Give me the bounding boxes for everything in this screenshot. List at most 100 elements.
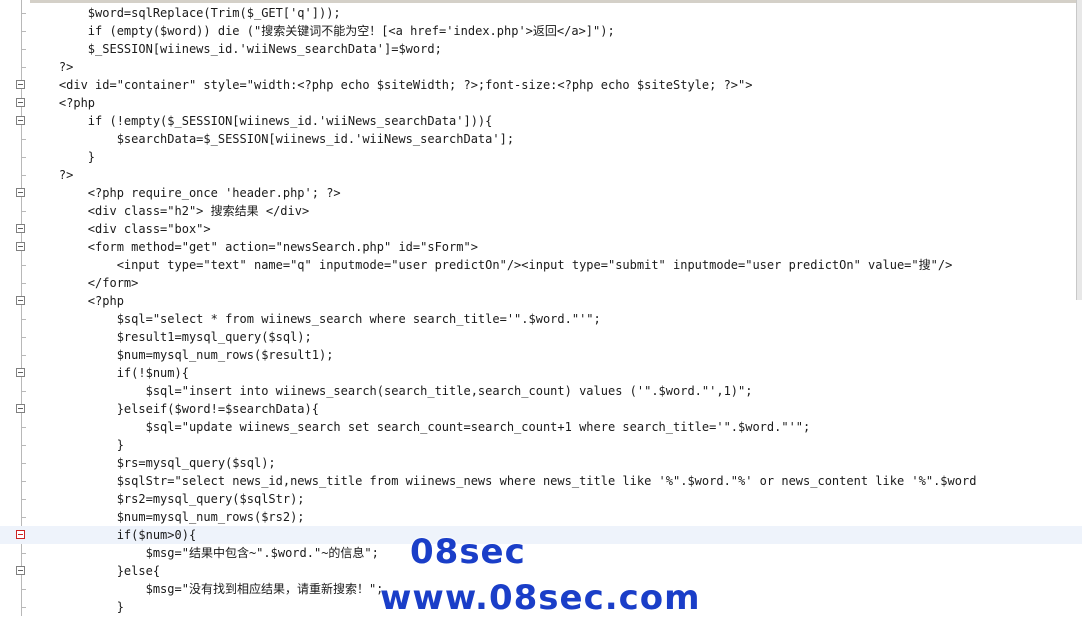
code-line[interactable]: $_SESSION[wiinews_id.'wiiNews_searchData… xyxy=(0,40,1082,58)
fold-toggle-icon[interactable] xyxy=(16,242,25,251)
code-line[interactable]: <div class="h2"> 搜索结果 </div> xyxy=(0,202,1082,220)
code-text: $rs2=mysql_query($sqlStr); xyxy=(30,492,305,506)
code-line[interactable]: $num=mysql_num_rows($result1); xyxy=(0,346,1082,364)
code-line[interactable]: $word=sqlReplace(Trim($_GET['q'])); xyxy=(0,4,1082,22)
code-line[interactable]: <input type="text" name="q" inputmode="u… xyxy=(0,256,1082,274)
code-text: ?> xyxy=(30,168,74,182)
code-line[interactable]: </form> xyxy=(0,274,1082,292)
code-line[interactable]: if (!empty($_SESSION[wiinews_id.'wiiNews… xyxy=(0,112,1082,130)
fold-guide-tick xyxy=(21,337,26,338)
code-line[interactable]: $sqlStr="select news_id,news_title from … xyxy=(0,472,1082,490)
code-text: <div class="h2"> 搜索结果 </div> xyxy=(30,204,310,218)
code-text: } xyxy=(30,438,124,452)
fold-guide-tick xyxy=(21,355,26,356)
code-line[interactable]: <div id="container" style="width:<?php e… xyxy=(0,76,1082,94)
fold-toggle-icon[interactable] xyxy=(16,566,25,575)
fold-guide-tick xyxy=(21,445,26,446)
fold-toggle-icon[interactable] xyxy=(16,404,25,413)
vertical-scrollbar[interactable] xyxy=(1076,0,1082,300)
code-line[interactable]: }elseif($word!=$searchData){ xyxy=(0,400,1082,418)
code-line[interactable]: } xyxy=(0,436,1082,454)
code-line[interactable]: $searchData=$_SESSION[wiinews_id.'wiiNew… xyxy=(0,130,1082,148)
code-text: $num=mysql_num_rows($rs2); xyxy=(30,510,305,524)
code-line[interactable]: } xyxy=(0,148,1082,166)
code-text: $word=sqlReplace(Trim($_GET['q'])); xyxy=(30,6,341,20)
fold-guide-tick xyxy=(21,211,26,212)
fold-toggle-icon[interactable] xyxy=(16,80,25,89)
fold-toggle-icon[interactable] xyxy=(16,530,25,539)
code-line[interactable]: <?php xyxy=(0,94,1082,112)
code-text: if($num>0){ xyxy=(30,528,197,542)
watermark-url: www.08sec.com xyxy=(380,578,701,618)
fold-guide-tick xyxy=(21,427,26,428)
fold-guide-tick xyxy=(21,265,26,266)
code-text: $sql="insert into wiinews_search(search_… xyxy=(30,384,753,398)
code-text: $sqlStr="select news_id,news_title from … xyxy=(30,474,977,488)
fold-guide-tick xyxy=(21,589,26,590)
code-line[interactable]: if($num>0){ xyxy=(0,526,1082,544)
code-text: <?php xyxy=(30,294,124,308)
fold-guide-tick xyxy=(21,67,26,68)
fold-toggle-icon[interactable] xyxy=(16,98,25,107)
code-text: <input type="text" name="q" inputmode="u… xyxy=(30,258,953,272)
code-line[interactable]: ?> xyxy=(0,58,1082,76)
code-text: <div id="container" style="width:<?php e… xyxy=(30,78,753,92)
code-line[interactable]: if (empty($word)) die ("搜索关键词不能为空！[<a hr… xyxy=(0,22,1082,40)
watermark-title: 08sec xyxy=(410,532,526,572)
fold-guide-tick xyxy=(21,175,26,176)
fold-guide-tick xyxy=(21,31,26,32)
code-text: $_SESSION[wiinews_id.'wiiNews_searchData… xyxy=(30,42,442,56)
code-line[interactable]: $result1=mysql_query($sql); xyxy=(0,328,1082,346)
code-line[interactable]: $rs=mysql_query($sql); xyxy=(0,454,1082,472)
code-line[interactable]: if(!$num){ xyxy=(0,364,1082,382)
code-line[interactable]: <?php require_once 'header.php'; ?> xyxy=(0,184,1082,202)
code-line[interactable]: $sql="insert into wiinews_search(search_… xyxy=(0,382,1082,400)
code-text: }else{ xyxy=(30,564,161,578)
code-line[interactable]: $sql="update wiinews_search set search_c… xyxy=(0,418,1082,436)
code-text: if(!$num){ xyxy=(30,366,189,380)
fold-toggle-icon[interactable] xyxy=(16,296,25,305)
fold-guide-tick xyxy=(21,319,26,320)
code-text: $sql="update wiinews_search set search_c… xyxy=(30,420,811,434)
fold-guide-tick xyxy=(21,139,26,140)
code-line[interactable]: ?> xyxy=(0,166,1082,184)
code-text: } xyxy=(30,600,124,614)
code-text: ?> xyxy=(30,60,74,74)
fold-guide-tick xyxy=(21,391,26,392)
code-text: </form> xyxy=(30,276,139,290)
fold-guide-tick xyxy=(21,463,26,464)
fold-toggle-icon[interactable] xyxy=(16,188,25,197)
code-text: $result1=mysql_query($sql); xyxy=(30,330,312,344)
code-editor[interactable]: $word=sqlReplace(Trim($_GET['q'])); if (… xyxy=(0,0,1082,616)
fold-toggle-icon[interactable] xyxy=(16,116,25,125)
fold-toggle-icon[interactable] xyxy=(16,368,25,377)
code-text: $num=mysql_num_rows($result1); xyxy=(30,348,334,362)
code-line[interactable]: <form method="get" action="newsSearch.ph… xyxy=(0,238,1082,256)
code-text: } xyxy=(30,150,96,164)
code-text: <?php require_once 'header.php'; ?> xyxy=(30,186,341,200)
code-text: $searchData=$_SESSION[wiinews_id.'wiiNew… xyxy=(30,132,515,146)
editor-top-border xyxy=(0,0,1082,3)
fold-guide-tick xyxy=(21,283,26,284)
fold-guide-tick xyxy=(21,13,26,14)
code-line[interactable]: $num=mysql_num_rows($rs2); xyxy=(0,508,1082,526)
code-line[interactable]: <?php xyxy=(0,292,1082,310)
code-text: <div class="box"> xyxy=(30,222,211,236)
code-text: $msg="结果中包含~".$word."~的信息"; xyxy=(30,546,379,560)
code-text: }elseif($word!=$searchData){ xyxy=(30,402,319,416)
fold-guide-tick xyxy=(21,499,26,500)
code-text: if (!empty($_SESSION[wiinews_id.'wiiNews… xyxy=(30,114,493,128)
fold-toggle-icon[interactable] xyxy=(16,224,25,233)
code-text: <form method="get" action="newsSearch.ph… xyxy=(30,240,478,254)
code-line[interactable]: $sql="select * from wiinews_search where… xyxy=(0,310,1082,328)
code-line[interactable]: <div class="box"> xyxy=(0,220,1082,238)
fold-guide-tick xyxy=(21,607,26,608)
fold-guide-tick xyxy=(21,157,26,158)
code-line[interactable]: $msg="结果中包含~".$word."~的信息"; xyxy=(0,544,1082,562)
fold-guide-tick xyxy=(21,553,26,554)
code-text: if (empty($word)) die ("搜索关键词不能为空！[<a hr… xyxy=(30,24,615,38)
code-text: $msg="没有找到相应结果，请重新搜索！"; xyxy=(30,582,384,596)
code-text: $sql="select * from wiinews_search where… xyxy=(30,312,601,326)
code-line[interactable]: $rs2=mysql_query($sqlStr); xyxy=(0,490,1082,508)
code-text: <?php xyxy=(30,96,96,110)
